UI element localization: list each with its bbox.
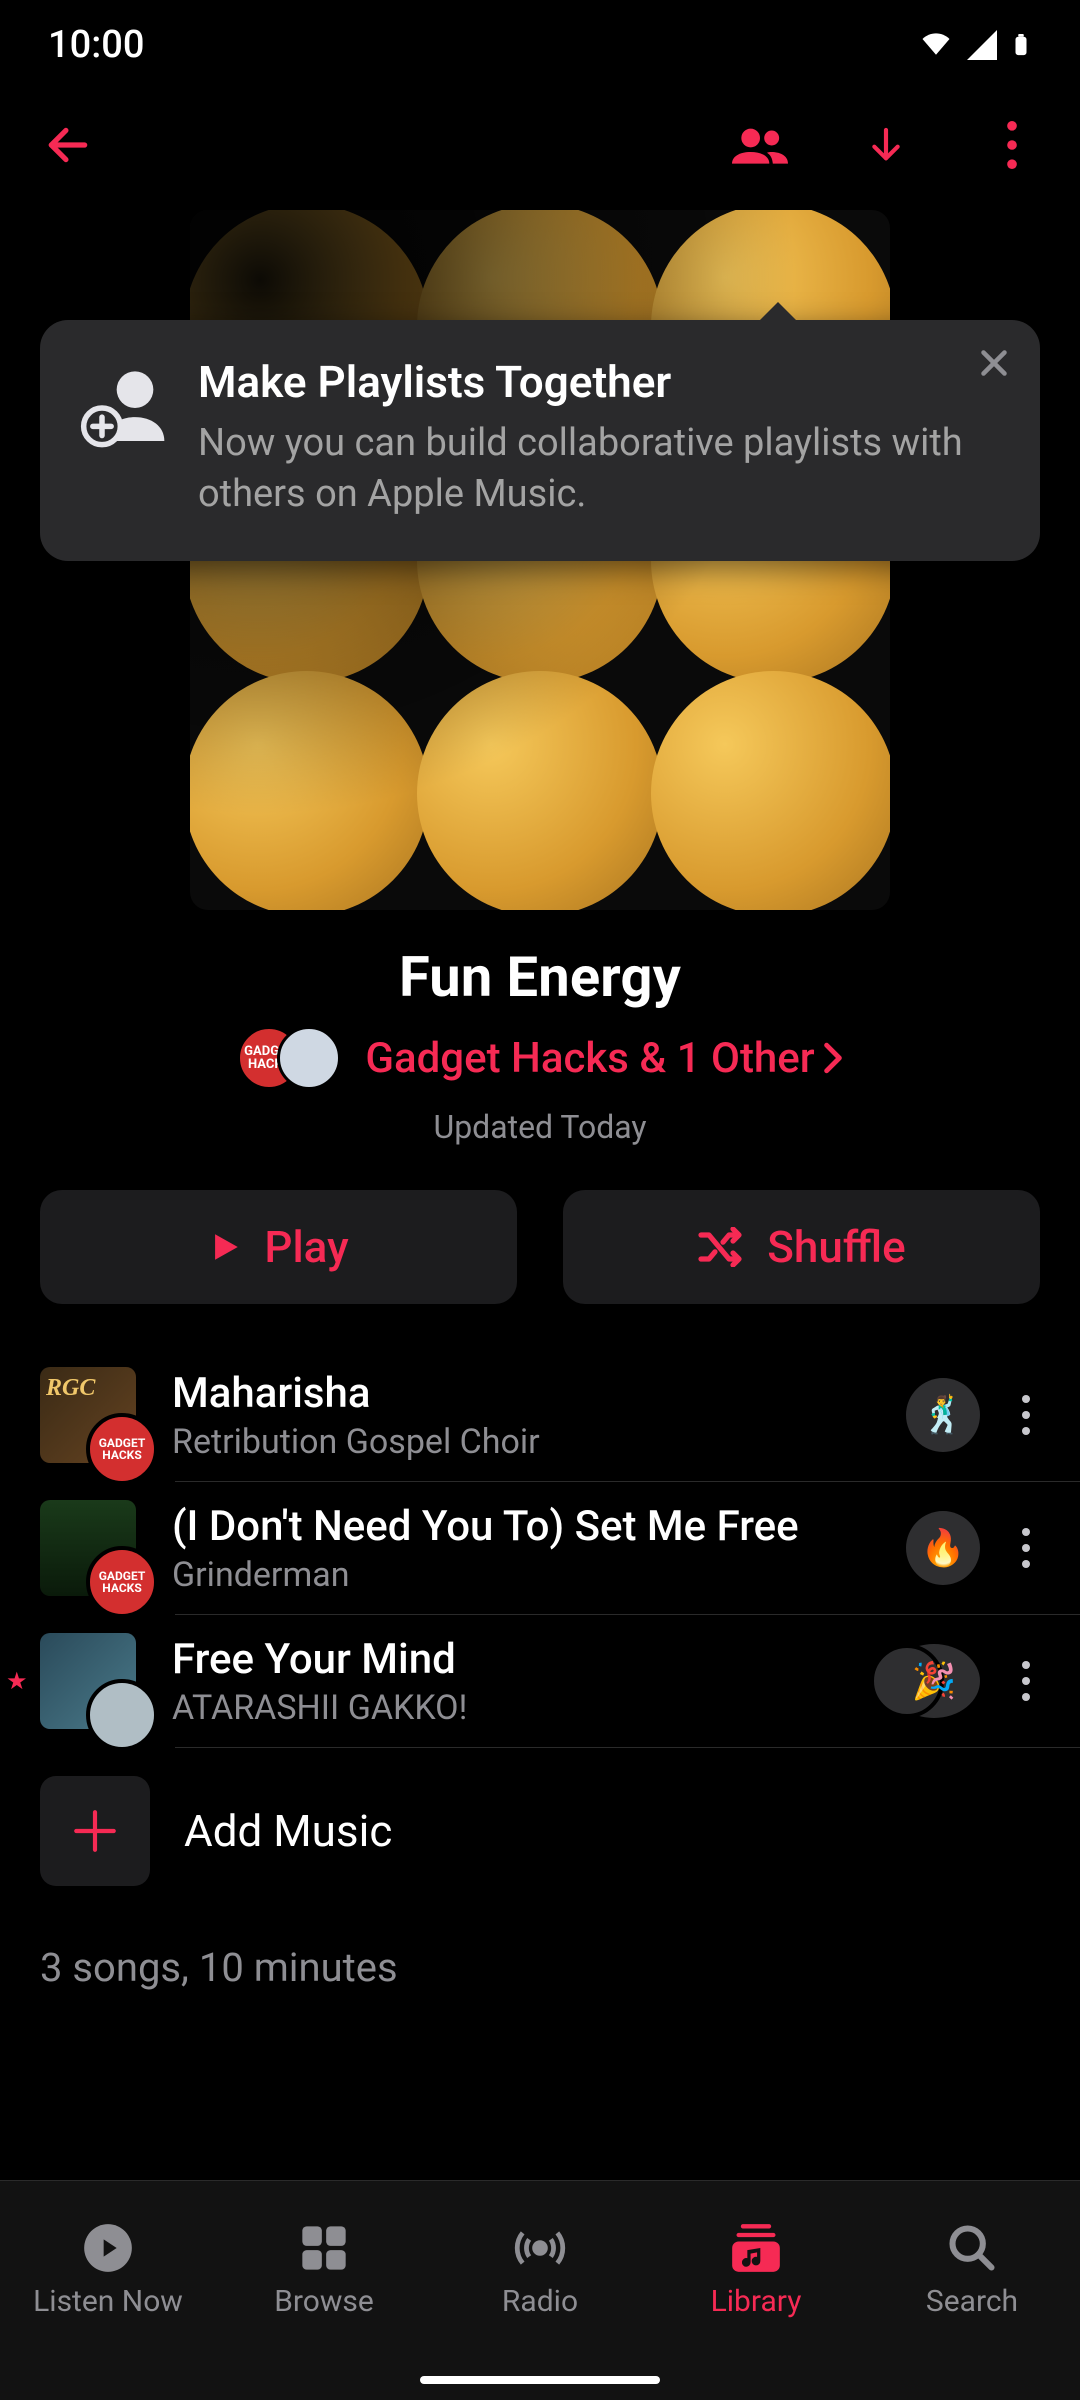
tab-listen-now[interactable]: Listen Now (0, 2181, 216, 2360)
radio-icon (514, 2222, 566, 2274)
status-time: 10:00 (48, 23, 144, 67)
shuffle-label: Shuffle (767, 1221, 906, 1273)
song-artwork (40, 1633, 136, 1729)
collaborators-button[interactable] (732, 117, 788, 173)
back-button[interactable] (40, 117, 96, 173)
search-icon (946, 2222, 998, 2274)
more-button[interactable] (984, 117, 1040, 173)
song-title: Maharisha (172, 1369, 884, 1418)
chevron-right-icon (823, 1042, 843, 1074)
add-person-icon (80, 364, 168, 452)
contributor-badge: GADGETHACKS (86, 1546, 158, 1618)
song-row[interactable]: GADGETHACKS (I Don't Need You To) Set Me… (0, 1482, 1080, 1614)
tab-label: Listen Now (33, 2284, 183, 2319)
playlist-title: Fun Energy (0, 944, 1080, 1010)
star-icon: ★ (6, 1667, 28, 1695)
library-icon (730, 2222, 782, 2274)
play-button[interactable]: Play (40, 1190, 517, 1304)
owner-avatars: GADGETHACKS (237, 1026, 347, 1090)
status-bar: 10:00 (0, 0, 1080, 90)
tab-browse[interactable]: Browse (216, 2181, 432, 2360)
playlist-owner-button[interactable]: GADGETHACKS Gadget Hacks & 1 Other (0, 1026, 1080, 1090)
tab-label: Radio (502, 2284, 578, 2319)
song-artwork: RGC GADGETHACKS (40, 1367, 136, 1463)
playlist-owner-label: Gadget Hacks & 1 Other (365, 1034, 814, 1083)
reaction-badge[interactable]: 🎉 (888, 1644, 980, 1718)
playlist-summary: 3 songs, 10 minutes (0, 1914, 1080, 1991)
song-row[interactable]: ★ Free Your Mind ATARASHII GAKKO! 🎉 (0, 1615, 1080, 1747)
song-title: (I Don't Need You To) Set Me Free (172, 1502, 884, 1551)
tooltip-title: Make Playlists Together (198, 356, 1000, 408)
play-icon (208, 1227, 242, 1267)
song-title: Free Your Mind (172, 1635, 866, 1684)
tooltip-body: Now you can build collaborative playlist… (198, 418, 1000, 521)
tab-label: Browse (274, 2284, 374, 2319)
playlist-updated: Updated Today (0, 1108, 1080, 1146)
home-indicator[interactable] (420, 2376, 660, 2384)
tab-bar: Listen Now Browse Radio Library Search (0, 2180, 1080, 2400)
download-button[interactable] (858, 117, 914, 173)
cellular-icon (964, 27, 1000, 63)
shuffle-icon (697, 1227, 745, 1267)
shuffle-button[interactable]: Shuffle (563, 1190, 1040, 1304)
song-row[interactable]: RGC GADGETHACKS Maharisha Retribution Go… (0, 1349, 1080, 1481)
tab-radio[interactable]: Radio (432, 2181, 648, 2360)
tab-library[interactable]: Library (648, 2181, 864, 2360)
tab-search[interactable]: Search (864, 2181, 1080, 2360)
play-circle-icon (82, 2222, 134, 2274)
tab-label: Search (926, 2284, 1018, 2319)
reaction-badge[interactable]: 🔥 (906, 1511, 980, 1585)
song-more-button[interactable] (1002, 1661, 1050, 1701)
song-artist: ATARASHII GAKKO! (172, 1688, 866, 1728)
contributor-badge: GADGETHACKS (86, 1413, 158, 1485)
song-more-button[interactable] (1002, 1395, 1050, 1435)
song-more-button[interactable] (1002, 1528, 1050, 1568)
grid-icon (298, 2222, 350, 2274)
plus-icon (40, 1776, 150, 1886)
battery-icon (1010, 27, 1032, 63)
collaborative-tooltip: Make Playlists Together Now you can buil… (40, 320, 1040, 561)
close-tooltip-button[interactable] (976, 344, 1012, 391)
status-icons (918, 27, 1032, 63)
reaction-badge[interactable]: 🕺 (906, 1378, 980, 1452)
song-artist: Retribution Gospel Choir (172, 1422, 884, 1462)
play-label: Play (264, 1221, 348, 1273)
tab-label: Library (711, 2284, 802, 2319)
contributor-badge (86, 1679, 158, 1751)
add-music-label: Add Music (184, 1805, 392, 1857)
song-artist: Grinderman (172, 1555, 884, 1595)
top-nav (0, 90, 1080, 200)
avatar (277, 1026, 341, 1090)
add-music-button[interactable]: Add Music (0, 1748, 1080, 1914)
wifi-icon (918, 27, 954, 63)
song-artwork: GADGETHACKS (40, 1500, 136, 1596)
